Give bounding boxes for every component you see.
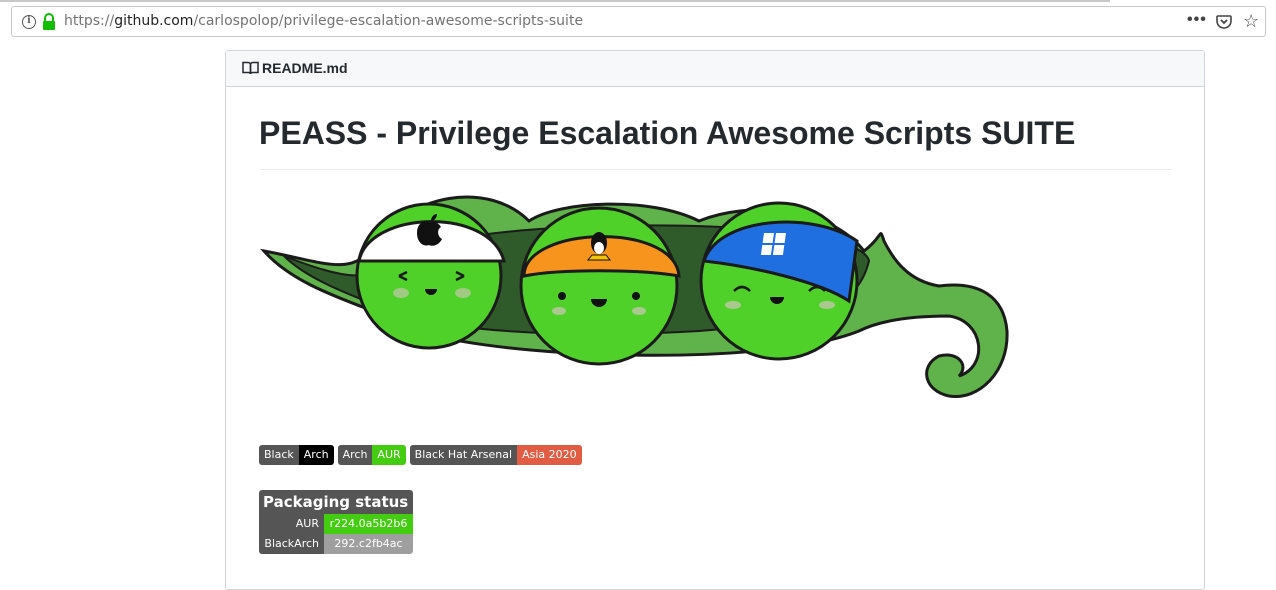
- badge-label: Arch: [337, 445, 373, 465]
- readme-heading: PEASS - Privilege Escalation Awesome Scr…: [259, 115, 1076, 151]
- heading-divider: [259, 169, 1173, 170]
- badge-blackhat-arsenal[interactable]: Black Hat Arsenal Asia 2020: [409, 445, 582, 465]
- packaging-row: AUR r224.0a5b2b6: [259, 514, 413, 534]
- packaging-row: BlackArch 292.c2fb4ac: [259, 534, 413, 554]
- browser-toolbar: i https://github.com/carlospolop/privile…: [0, 0, 1276, 44]
- pocket-icon[interactable]: [1216, 14, 1232, 30]
- readme-panel: README.md PEASS - Privilege Escalation A…: [225, 50, 1205, 590]
- more-dots-icon[interactable]: •••: [1187, 11, 1207, 29]
- badge-label: Black: [259, 445, 299, 465]
- url-host: github.com: [114, 13, 194, 29]
- badge-value: Arch: [298, 445, 334, 465]
- peass-logo-image: [260, 195, 1009, 399]
- address-bar[interactable]: i https://github.com/carlospolop/privile…: [11, 6, 1266, 37]
- url-text[interactable]: https://github.com/carlospolop/privilege…: [64, 13, 583, 29]
- info-icon[interactable]: i: [22, 15, 36, 29]
- lock-icon[interactable]: [42, 13, 56, 31]
- packaging-version: r224.0a5b2b6: [324, 514, 413, 534]
- readme-header: README.md: [226, 51, 1204, 87]
- badge-black-arch[interactable]: Black Arch: [259, 445, 334, 465]
- book-icon: [242, 61, 259, 75]
- badge-row: Black Arch Arch AUR Black Hat Arsenal As…: [259, 445, 582, 465]
- badge-arch-aur[interactable]: Arch AUR: [337, 445, 406, 465]
- packaging-repo: BlackArch: [259, 534, 324, 554]
- packaging-status-title: Packaging status: [259, 490, 413, 514]
- bookmark-star-icon[interactable]: ☆: [1243, 11, 1259, 32]
- badge-value: AUR: [372, 445, 406, 465]
- packaging-repo: AUR: [259, 514, 324, 534]
- url-prefix: https://: [64, 13, 115, 29]
- url-path: /carlospolop/privilege-escalation-awesom…: [193, 13, 584, 29]
- tab-strip-edge: [0, 0, 1110, 2]
- packaging-version: 292.c2fb4ac: [324, 534, 413, 554]
- readme-file-name[interactable]: README.md: [262, 60, 348, 76]
- packaging-status-badge[interactable]: Packaging status AUR r224.0a5b2b6 BlackA…: [259, 490, 413, 554]
- badge-value: Asia 2020: [517, 445, 582, 465]
- badge-label: Black Hat Arsenal: [409, 445, 518, 465]
